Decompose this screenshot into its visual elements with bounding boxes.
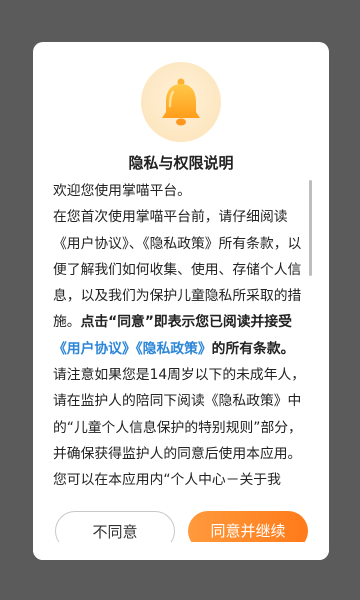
agree-notice-end: 的所有条款。 [211, 340, 295, 357]
policy-paragraph-2: 请注意如果您是14周岁以下的未成年人，请在监护人的陪同下阅读《隐私政策》中的“儿… [53, 367, 306, 462]
policy-text[interactable]: 欢迎您使用掌喵平台。 在您首次使用掌喵平台前，请仔细阅读《用户协议》、《隐私政策… [53, 178, 307, 504]
scrollbar[interactable] [309, 180, 312, 276]
privacy-dialog: 隐私与权限说明 欢迎您使用掌喵平台。 在您首次使用掌喵平台前，请仔细阅读《用户协… [33, 42, 329, 560]
privacy-policy-link[interactable]: 《隐私政策》 [136, 341, 212, 357]
policy-paragraph-3: 您可以在本应用内“个人中心－关于我 [53, 472, 281, 489]
policy-intro: 在您首次使用掌喵平台前，请仔细阅读《用户协议》、《隐私政策》所有条款，以便了解我… [53, 209, 302, 331]
bell-icon-badge [141, 62, 221, 142]
user-agreement-link[interactable]: 《用户协议》 [53, 341, 136, 357]
agree-notice: 点击“同意”即表示您已阅读并接受 [80, 314, 292, 331]
dialog-bottom-edge [33, 542, 329, 560]
welcome-text: 欢迎您使用掌喵平台。 [53, 183, 191, 199]
bell-icon [162, 78, 200, 126]
dialog-title: 隐私与权限说明 [128, 154, 234, 172]
policy-paragraph-1: 在您首次使用掌喵平台前，请仔细阅读《用户协议》、《隐私政策》所有条款，以便了解我… [53, 204, 307, 362]
